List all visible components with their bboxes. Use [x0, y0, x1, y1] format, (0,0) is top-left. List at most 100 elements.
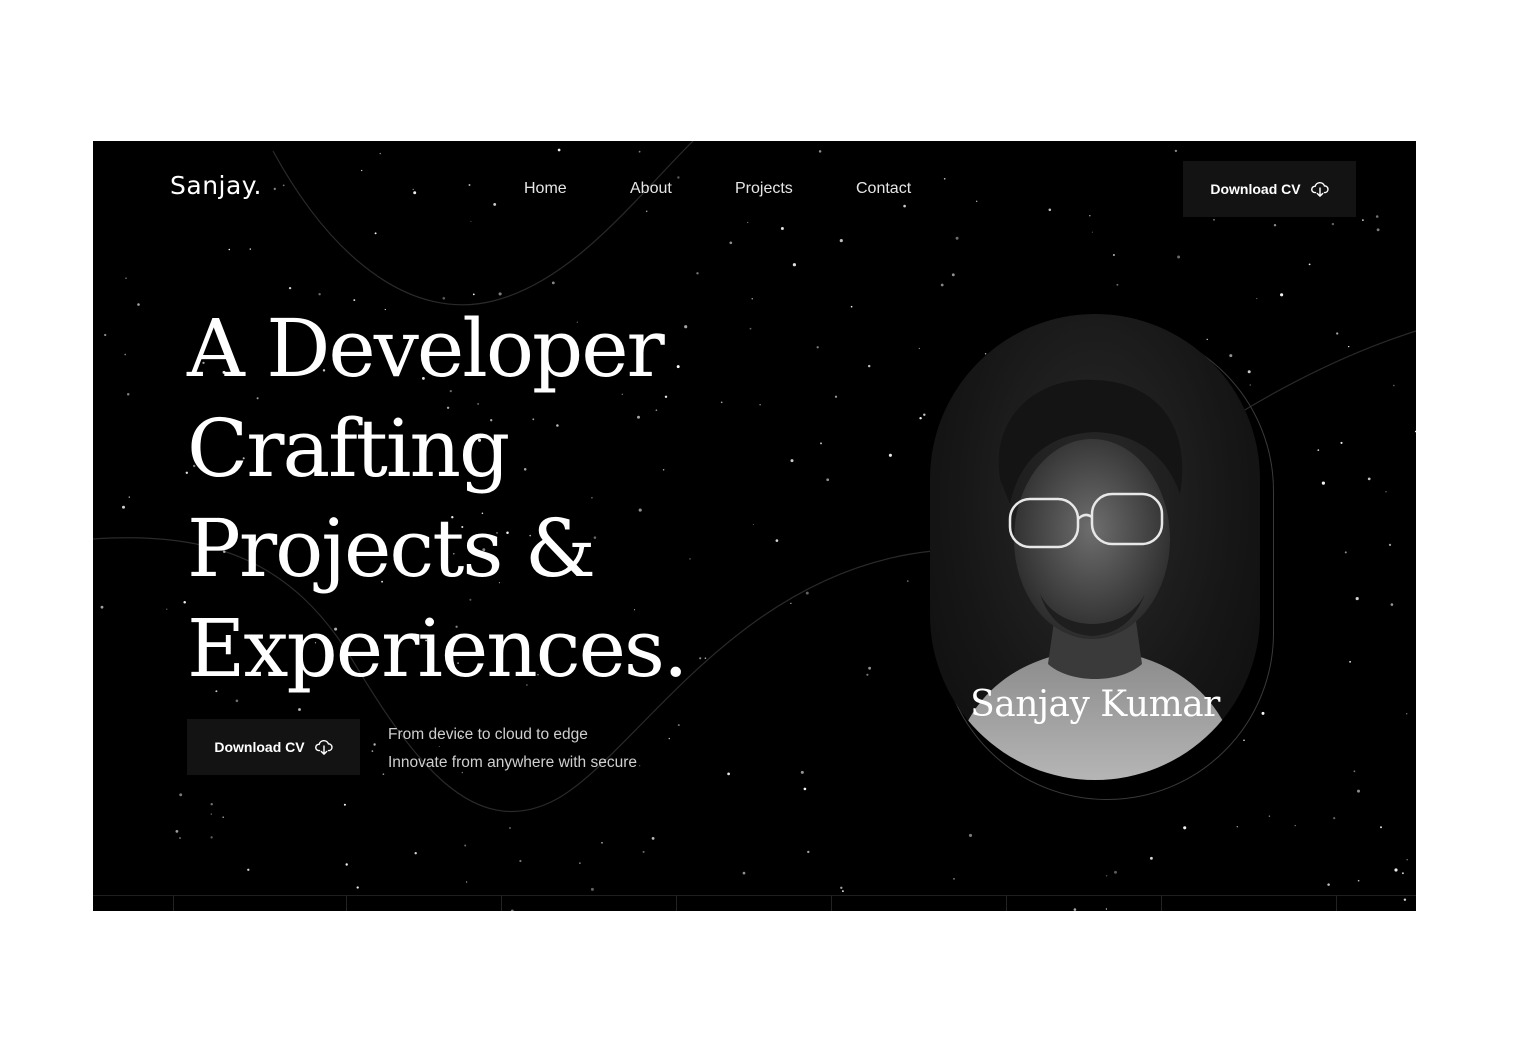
bottom-divider: [93, 895, 1416, 911]
star-dot: [1177, 255, 1181, 259]
cloud-download-icon: [314, 739, 333, 755]
star-dot: [1273, 223, 1277, 227]
star-dot: [179, 793, 183, 797]
star-dot: [888, 453, 892, 457]
star-dot: [968, 833, 973, 837]
star-dot: [1353, 770, 1356, 773]
star-dot: [868, 666, 871, 670]
star-dot: [1327, 883, 1330, 886]
star-dot: [298, 708, 301, 711]
headline-line: A Developer: [187, 302, 665, 395]
star-dot: [590, 887, 594, 891]
star-dot: [464, 844, 467, 847]
star-dot: [210, 813, 212, 815]
star-dot: [842, 890, 844, 892]
star-dot: [1340, 441, 1343, 444]
star-dot: [792, 263, 797, 267]
star-dot: [1379, 826, 1383, 829]
star-dot: [976, 200, 978, 202]
star-dot: [1308, 263, 1311, 266]
nav-item-projects[interactable]: Projects: [735, 180, 793, 198]
tagline-line: From device to cloud to edge: [388, 726, 588, 743]
star-dot: [601, 841, 603, 844]
star-dot: [228, 248, 231, 251]
star-dot: [1388, 543, 1392, 547]
star-dot: [137, 303, 140, 306]
star-dot: [519, 859, 522, 863]
star-dot: [800, 770, 804, 774]
star-dot: [677, 724, 680, 727]
star-dot: [412, 188, 414, 191]
star-dot: [807, 850, 810, 854]
headline-line: Projects &: [187, 502, 596, 595]
star-dot: [382, 773, 385, 776]
hero-download-cv-label: Download CV: [214, 739, 305, 755]
star-dot: [955, 236, 959, 240]
star-dot: [493, 202, 497, 206]
star-dot: [727, 772, 730, 776]
star-dot: [923, 413, 926, 417]
star-dot: [175, 830, 179, 833]
star-dot: [1114, 870, 1117, 874]
hero-section: Sanjay. Home About Projects Contact Down…: [93, 141, 1416, 911]
star-dot: [1385, 491, 1387, 493]
brand-logo[interactable]: Sanjay.: [170, 171, 262, 200]
star-dot: [1091, 231, 1093, 233]
nav-item-home[interactable]: Home: [524, 180, 567, 198]
star-dot: [1280, 293, 1284, 297]
star-dot: [1256, 298, 1258, 300]
star-dot: [668, 737, 670, 740]
star-dot: [413, 191, 417, 195]
star-dot: [696, 272, 699, 275]
star-dot: [124, 353, 127, 356]
star-dot: [638, 150, 641, 153]
star-dot: [1213, 218, 1215, 221]
star-dot: [183, 600, 186, 604]
star-dot: [557, 148, 561, 152]
star-dot: [803, 787, 807, 791]
star-dot: [1392, 384, 1395, 387]
star-dot: [1149, 856, 1153, 860]
star-dot: [1268, 815, 1271, 817]
nav-item-contact[interactable]: Contact: [856, 180, 911, 198]
hero-download-cv-button[interactable]: Download CV: [187, 719, 360, 775]
star-dot: [1174, 149, 1178, 153]
star-dot: [249, 248, 251, 250]
star-dot: [1331, 222, 1335, 226]
star-dot: [498, 292, 502, 296]
star-dot: [373, 743, 376, 746]
star-dot: [273, 187, 276, 191]
star-dot: [1401, 872, 1404, 875]
star-dot: [642, 850, 645, 853]
star-dot: [742, 871, 746, 875]
star-dot: [1390, 603, 1394, 606]
star-dot: [850, 305, 853, 308]
star-dot: [1414, 430, 1416, 433]
star-dot: [247, 868, 250, 871]
star-dot: [1349, 660, 1352, 663]
download-cv-button[interactable]: Download CV: [1183, 161, 1356, 217]
star-dot: [1112, 253, 1115, 257]
tagline-line: Innovate from anywhere with secure: [388, 754, 637, 771]
nav-item-about[interactable]: About: [630, 180, 672, 198]
star-dot: [1375, 215, 1379, 218]
star-dot: [780, 227, 784, 230]
star-dot: [1355, 597, 1359, 601]
download-cv-label: Download CV: [1210, 181, 1301, 197]
star-dot: [1357, 879, 1360, 882]
star-dot: [1406, 713, 1408, 715]
star-dot: [551, 281, 555, 285]
star-dot: [919, 416, 922, 420]
star-dot: [1367, 477, 1371, 481]
star-dot: [1406, 859, 1408, 861]
star-dot: [677, 176, 680, 179]
star-dot: [210, 836, 213, 839]
star-dot: [1048, 208, 1052, 212]
star-dot: [1236, 825, 1239, 828]
hero-headline: A Developer Crafting Projects & Experien…: [187, 299, 827, 699]
star-dot: [345, 863, 348, 866]
star-dot: [472, 293, 475, 296]
star-dot: [356, 886, 359, 889]
portrait-name: Sanjay Kumar: [970, 684, 1220, 725]
star-dot: [126, 393, 130, 396]
